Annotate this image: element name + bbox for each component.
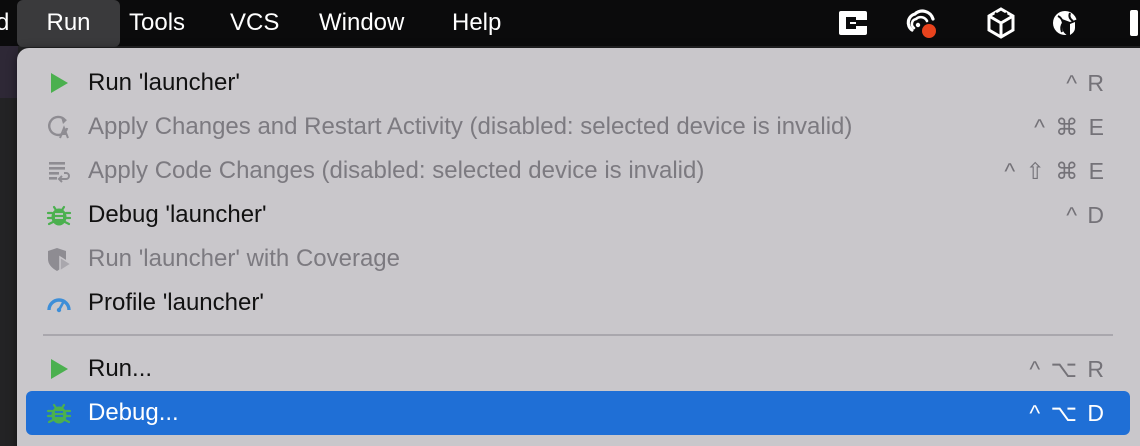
debug-bug-icon xyxy=(46,403,72,424)
menu-item-label: Run 'launcher' with Coverage xyxy=(88,245,400,272)
menu-item-label: Debug... xyxy=(88,399,179,426)
app-window-edge xyxy=(0,46,18,446)
menu-item-label: Run... xyxy=(88,355,153,382)
menu-item-shortcut: ^ ⌘ E xyxy=(1034,114,1106,140)
menu-item-profile-launcher[interactable]: Profile 'launcher' xyxy=(26,281,1130,325)
menu-item-run-launcher[interactable]: Run 'launcher' ^ R xyxy=(26,61,1130,105)
menu-item-label: Run 'launcher' xyxy=(88,69,240,96)
menubar-item-run[interactable]: Run xyxy=(17,0,120,47)
menu-item-label: Profile 'launcher' xyxy=(88,289,264,316)
menubar-item-window[interactable]: Window xyxy=(319,0,404,46)
menu-item-label: Apply Changes and Restart Activity (disa… xyxy=(88,113,853,140)
menubar-item-help[interactable]: Help xyxy=(452,0,501,46)
screen: d Run Tools VCS Window Help Run 'launche… xyxy=(0,0,1140,446)
menu-item-shortcut: ^ ⌥ R xyxy=(1029,356,1106,382)
menu-item-debug-dialog[interactable]: Debug... ^ ⌥ D xyxy=(26,391,1130,435)
run-menu-dropdown: Run 'launcher' ^ R Apply Changes and Res… xyxy=(17,48,1140,446)
menubar-item-vcs[interactable]: VCS xyxy=(230,0,279,46)
menu-item-shortcut: ^ ⇧ ⌘ E xyxy=(1004,158,1106,184)
partial-status-icon[interactable] xyxy=(1130,10,1138,36)
creative-cloud-sync-icon[interactable] xyxy=(904,6,938,40)
vpn-globe-shield-icon[interactable] xyxy=(1050,6,1084,40)
profiler-gauge-icon xyxy=(47,298,71,313)
coverage-shield-icon xyxy=(48,248,72,272)
menu-item-label: Debug 'launcher' xyxy=(88,201,267,228)
menu-separator xyxy=(43,334,1113,336)
menu-item-apply-code-changes: Apply Code Changes (disabled: selected d… xyxy=(26,149,1130,193)
menu-item-shortcut: ^ R xyxy=(1066,70,1106,96)
menu-item-apply-changes-restart: Apply Changes and Restart Activity (disa… xyxy=(26,105,1130,149)
apply-code-changes-icon xyxy=(49,162,70,183)
menu-item-label: Apply Code Changes (disabled: selected d… xyxy=(88,157,705,184)
menubar-item-tools[interactable]: Tools xyxy=(129,0,185,46)
unity-icon[interactable] xyxy=(984,6,1018,40)
cornerstone-icon[interactable] xyxy=(836,6,870,40)
toolbar-edge xyxy=(0,46,18,98)
notification-dot xyxy=(922,24,936,38)
apply-changes-restart-icon xyxy=(48,115,69,139)
menu-item-debug-launcher[interactable]: Debug 'launcher' ^ D xyxy=(26,193,1130,237)
menu-item-run-dialog[interactable]: Run... ^ ⌥ R xyxy=(26,347,1130,391)
menubar-item-partial[interactable]: d xyxy=(0,0,9,46)
menu-bar: d Run Tools VCS Window Help xyxy=(0,0,1140,47)
run-play-icon xyxy=(51,359,68,379)
menu-item-shortcut: ^ ⌥ D xyxy=(1029,400,1106,426)
menu-item-run-with-coverage: Run 'launcher' with Coverage xyxy=(26,237,1130,281)
menu-item-shortcut: ^ D xyxy=(1066,202,1106,228)
run-play-icon xyxy=(51,73,68,93)
debug-bug-icon xyxy=(46,205,72,226)
